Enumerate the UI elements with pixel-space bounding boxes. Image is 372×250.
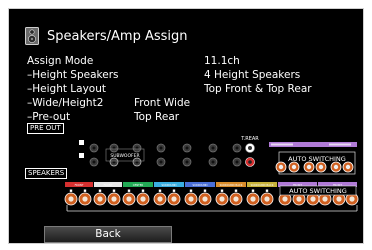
channel-tag-label: SURROUND — [161, 183, 176, 187]
speaker-terminal-marker — [83, 189, 87, 192]
speaker-terminal-center — [250, 196, 256, 202]
speaker-terminal-center — [349, 196, 355, 202]
speaker-terminal-marker — [172, 189, 176, 192]
height-tag-top-a — [271, 143, 293, 146]
speaker-terminal-center — [282, 196, 288, 202]
speaker-terminal-center — [202, 196, 208, 202]
speaker-terminal-marker — [127, 189, 131, 192]
preout-jack-center — [185, 160, 189, 164]
auto-switching-label-bottom: AUTO SWITCHING — [289, 187, 347, 195]
height-terminal-top-center — [306, 164, 312, 170]
speaker-terminal-center — [322, 196, 328, 202]
rear-panel-diagram: SUBWOOFER T.REAR AUTO SWITCHING FRONT FRO… — [64, 136, 359, 212]
speaker-terminal-center — [140, 196, 146, 202]
speaker-terminal-marker — [203, 189, 207, 192]
preout-jack-center — [211, 146, 215, 150]
preout-jack-center — [235, 146, 239, 150]
speaker-terminal-center — [310, 196, 316, 202]
speaker-terminal-marker — [158, 189, 162, 192]
back-button[interactable]: Back — [44, 226, 172, 243]
preout-jack-center — [159, 146, 163, 150]
preout-jack-center — [211, 160, 215, 164]
speaker-terminal-marker — [98, 189, 102, 192]
height-terminal-top-center — [291, 164, 297, 170]
preout-jack-center — [92, 160, 96, 164]
preout-jack-center — [159, 160, 163, 164]
trear-jack-top-center — [248, 146, 252, 150]
channel-tag-label: FRONT — [75, 183, 84, 187]
setup-screen: Speakers/Amp Assign Assign Mode 11.1ch –… — [8, 8, 364, 244]
speaker-terminal-marker — [112, 189, 116, 192]
speaker-terminal-marker — [251, 189, 255, 192]
speaker-terminal-marker — [69, 189, 73, 192]
preout-jack-center — [92, 146, 96, 150]
height-terminal-top-center — [345, 164, 351, 170]
speaker-terminal-center — [111, 196, 117, 202]
speaker-terminal-center — [296, 196, 302, 202]
channel-tag-label: SURROUND BACK — [251, 183, 274, 187]
preout-marker-bottom — [79, 153, 84, 158]
preout-marker-top — [79, 140, 84, 145]
speaker-terminal-center — [97, 196, 103, 202]
speaker-terminal-center — [264, 196, 270, 202]
speaker-terminal-marker — [141, 189, 145, 192]
trear-jack-bottom-center — [248, 160, 252, 164]
speaker-terminal-center — [171, 196, 177, 202]
speaker-terminal-center — [188, 196, 194, 202]
speaker-terminal-center — [68, 196, 74, 202]
speaker-terminal-center — [126, 196, 132, 202]
height-terminal-top-center — [333, 164, 339, 170]
subwoofer-label: SUBWOOFER — [110, 153, 139, 159]
speaker-terminal-center — [233, 196, 239, 202]
channel-tag-label: FRONT — [104, 183, 113, 187]
speaker-terminal-center — [219, 196, 225, 202]
speaker-terminal-marker — [189, 189, 193, 192]
speaker-terminal-marker — [220, 189, 224, 192]
speaker-terminal-marker — [265, 189, 269, 192]
channel-tag-label: SURROUND BACK — [220, 183, 243, 187]
speaker-terminal-center — [157, 196, 163, 202]
channel-tag-label: CENTER — [133, 183, 144, 187]
preout-jacks — [79, 140, 84, 158]
speaker-terminal-center — [82, 196, 88, 202]
channel-tag-label: SURROUND — [192, 183, 207, 187]
height-terminal-top-center — [278, 164, 284, 170]
height-terminal-top-center — [318, 164, 324, 170]
trear-label: T.REAR — [240, 136, 259, 142]
speaker-terminal-center — [336, 196, 342, 202]
preout-jack-center — [235, 160, 239, 164]
height-tag-top-b — [329, 143, 351, 146]
speaker-terminal-marker — [234, 189, 238, 192]
preout-jack-center — [185, 146, 189, 150]
